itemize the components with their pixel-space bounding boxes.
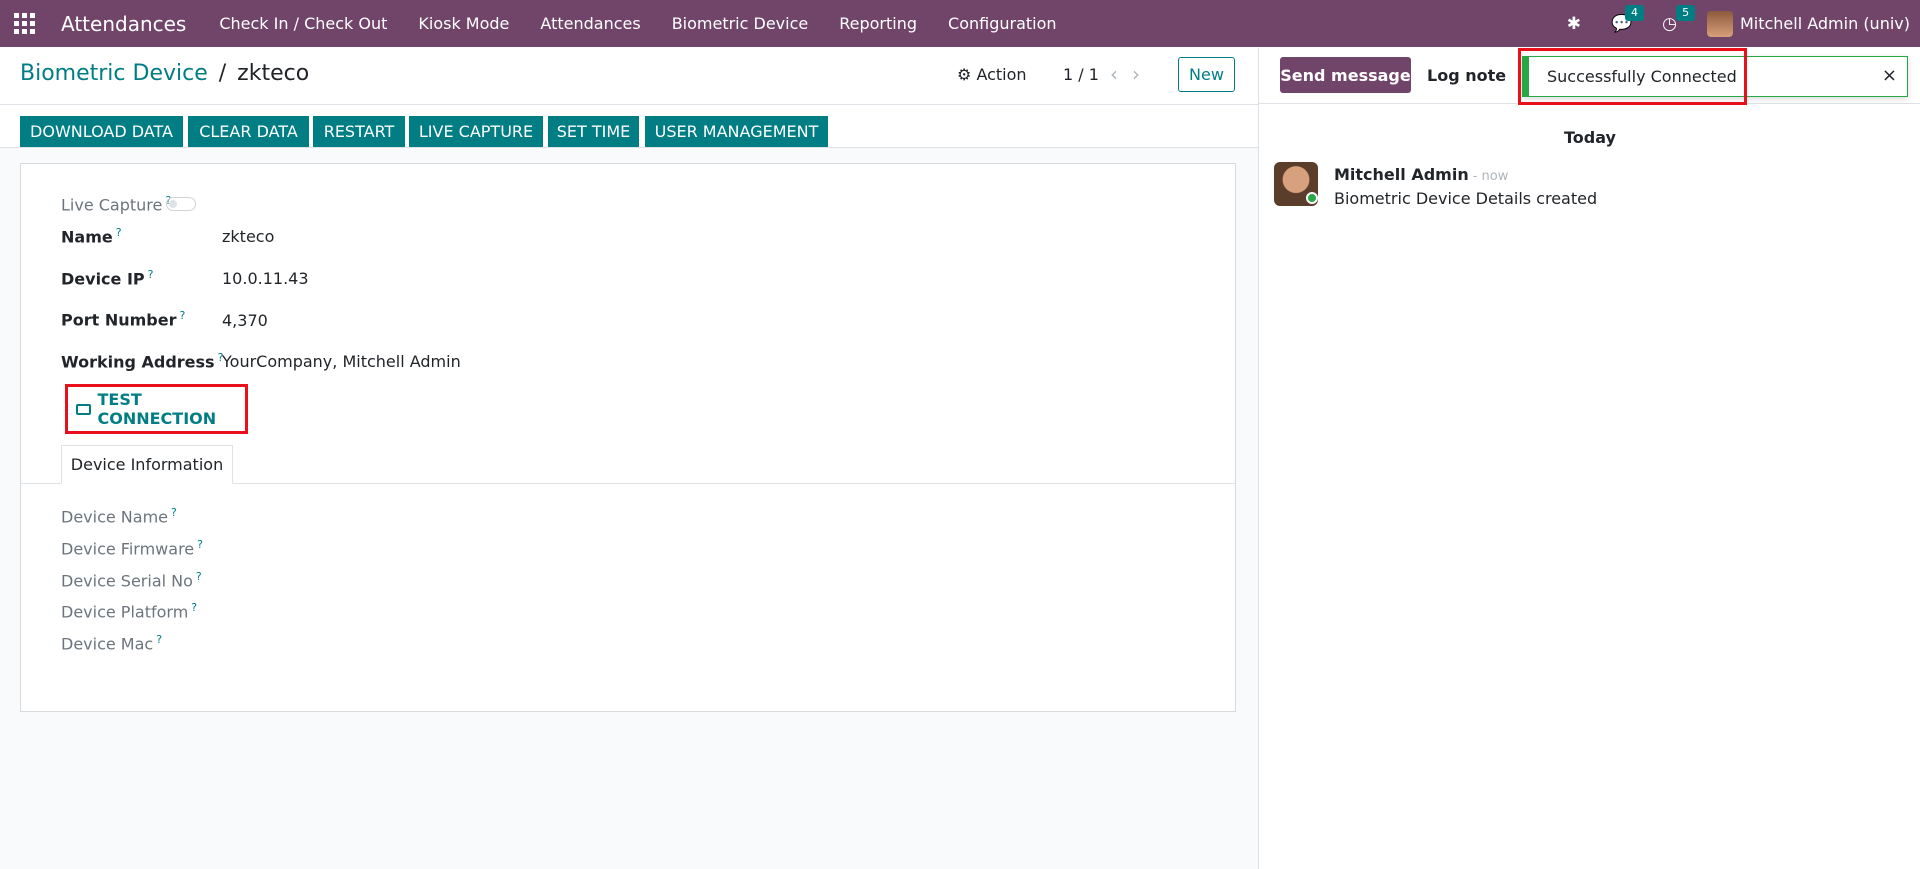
- test-connection-label: TEST CONNECTION: [97, 390, 217, 428]
- close-icon[interactable]: ×: [1882, 65, 1897, 86]
- device-name-label: Device Name?: [61, 506, 177, 526]
- live-capture-toggle[interactable]: [166, 197, 196, 211]
- live-capture-label-text: Live Capture: [61, 195, 163, 215]
- activities-clock-icon[interactable]: ◷ 5: [1662, 4, 1696, 34]
- working-address-label-text: Working Address: [61, 352, 215, 372]
- pager-value[interactable]: 1 / 1: [1063, 65, 1099, 84]
- port-number-label: Port Number?: [61, 309, 185, 329]
- breadcrumb-current: zkteco: [237, 61, 310, 86]
- clear-data-button[interactable]: CLEAR DATA: [188, 116, 309, 147]
- author-name[interactable]: Mitchell Admin: [1334, 165, 1469, 184]
- online-status-icon: [1306, 192, 1318, 204]
- restart-button[interactable]: RESTART: [313, 116, 405, 147]
- send-message-button[interactable]: Send message: [1280, 57, 1411, 93]
- user-avatar[interactable]: [1706, 10, 1733, 37]
- help-icon[interactable]: ?: [197, 538, 203, 551]
- help-icon[interactable]: ?: [148, 268, 154, 281]
- name-label: Name?: [61, 226, 122, 246]
- test-connection-button[interactable]: TEST CONNECTION: [65, 384, 248, 434]
- help-icon[interactable]: ?: [171, 506, 177, 519]
- device-ip-label: Device IP?: [61, 268, 153, 288]
- device-mac-label: Device Mac?: [61, 633, 162, 653]
- help-icon[interactable]: ?: [156, 633, 162, 646]
- menu-biometric-device[interactable]: Biometric Device: [672, 14, 809, 33]
- top-navbar: Attendances Check In / Check Out Kiosk M…: [0, 0, 1920, 47]
- download-data-button[interactable]: DOWNLOAD DATA: [20, 116, 183, 147]
- new-button[interactable]: New: [1178, 57, 1235, 92]
- menu-check-in-out[interactable]: Check In / Check Out: [219, 14, 387, 33]
- breadcrumb-separator: /: [218, 61, 227, 86]
- live-capture-label: Live Capture?: [61, 194, 171, 214]
- chevron-right-icon[interactable]: ›: [1132, 62, 1154, 86]
- nav-menu: Check In / Check Out Kiosk Mode Attendan…: [219, 14, 1087, 33]
- device-name-label-text: Device Name: [61, 507, 169, 527]
- user-menu[interactable]: Mitchell Admin (univ): [1740, 14, 1910, 33]
- form-view: Biometric Device / zkteco ⚙ Action 1 / 1…: [0, 48, 1258, 869]
- message-time: - now: [1472, 169, 1509, 184]
- device-serial-label: Device Serial No?: [61, 570, 202, 590]
- messages-icon[interactable]: 💬 4: [1611, 4, 1644, 34]
- form-header-buttons: DOWNLOAD DATA CLEAR DATA RESTART LIVE CA…: [0, 105, 1258, 148]
- help-icon[interactable]: ?: [196, 570, 202, 583]
- live-capture-button[interactable]: LIVE CAPTURE: [409, 116, 543, 147]
- name-label-text: Name: [61, 227, 113, 247]
- control-panel: Biometric Device / zkteco ⚙ Action 1 / 1…: [0, 48, 1258, 105]
- device-platform-label: Device Platform?: [61, 601, 197, 621]
- tab-device-information[interactable]: Device Information: [61, 445, 233, 484]
- breadcrumb: Biometric Device / zkteco: [20, 61, 309, 86]
- chatter-panel: Send message Log note Today Mitchell Adm…: [1258, 48, 1920, 869]
- pager-arrows: ‹›: [1110, 62, 1154, 86]
- chevron-left-icon[interactable]: ‹: [1110, 62, 1132, 86]
- device-platform-label-text: Device Platform: [61, 602, 189, 622]
- set-time-button[interactable]: SET TIME: [548, 116, 639, 147]
- device-ip-field[interactable]: 10.0.11.43: [222, 269, 309, 288]
- menu-attendances[interactable]: Attendances: [540, 14, 640, 33]
- device-mac-label-text: Device Mac: [61, 634, 154, 654]
- port-number-field[interactable]: 4,370: [222, 311, 268, 330]
- notification-highlight-box: [1518, 48, 1747, 105]
- bug-icon[interactable]: ✱: [1567, 14, 1581, 34]
- date-separator: Today: [1564, 128, 1616, 147]
- working-address-field[interactable]: YourCompany, Mitchell Admin: [222, 352, 461, 371]
- working-address-label: Working Address?: [61, 351, 223, 371]
- action-menu[interactable]: ⚙ Action: [957, 65, 1027, 84]
- device-serial-label-text: Device Serial No: [61, 571, 193, 591]
- help-icon[interactable]: ?: [179, 309, 185, 322]
- log-note-button[interactable]: Log note: [1427, 66, 1506, 85]
- device-firmware-label-text: Device Firmware: [61, 539, 195, 559]
- monitor-icon: [76, 403, 91, 415]
- app-brand[interactable]: Attendances: [61, 12, 186, 36]
- apps-menu-icon[interactable]: [14, 12, 36, 35]
- action-label: Action: [976, 65, 1027, 84]
- name-field[interactable]: zkteco: [222, 227, 274, 246]
- navbar-systray: ✱ 💬 4 ◷ 5 Mitchell Admin (univ): [1537, 0, 1910, 47]
- menu-reporting[interactable]: Reporting: [839, 14, 917, 33]
- message-author: Mitchell Admin - now: [1334, 165, 1508, 184]
- menu-kiosk-mode[interactable]: Kiosk Mode: [418, 14, 509, 33]
- device-firmware-label: Device Firmware?: [61, 538, 203, 558]
- gear-icon: ⚙: [957, 65, 972, 84]
- activities-badge: 5: [1676, 4, 1696, 21]
- help-icon[interactable]: ?: [116, 226, 122, 239]
- messages-badge: 4: [1624, 4, 1644, 21]
- menu-configuration[interactable]: Configuration: [948, 14, 1057, 33]
- breadcrumb-parent[interactable]: Biometric Device: [20, 61, 208, 86]
- help-icon[interactable]: ?: [191, 601, 197, 614]
- form-sheet: Live Capture? Name? zkteco Device IP? 10…: [20, 163, 1236, 712]
- user-management-button[interactable]: USER MANAGEMENT: [645, 116, 828, 147]
- port-number-label-text: Port Number: [61, 310, 177, 330]
- device-ip-label-text: Device IP: [61, 269, 145, 289]
- message-body: Biometric Device Details created: [1334, 189, 1598, 208]
